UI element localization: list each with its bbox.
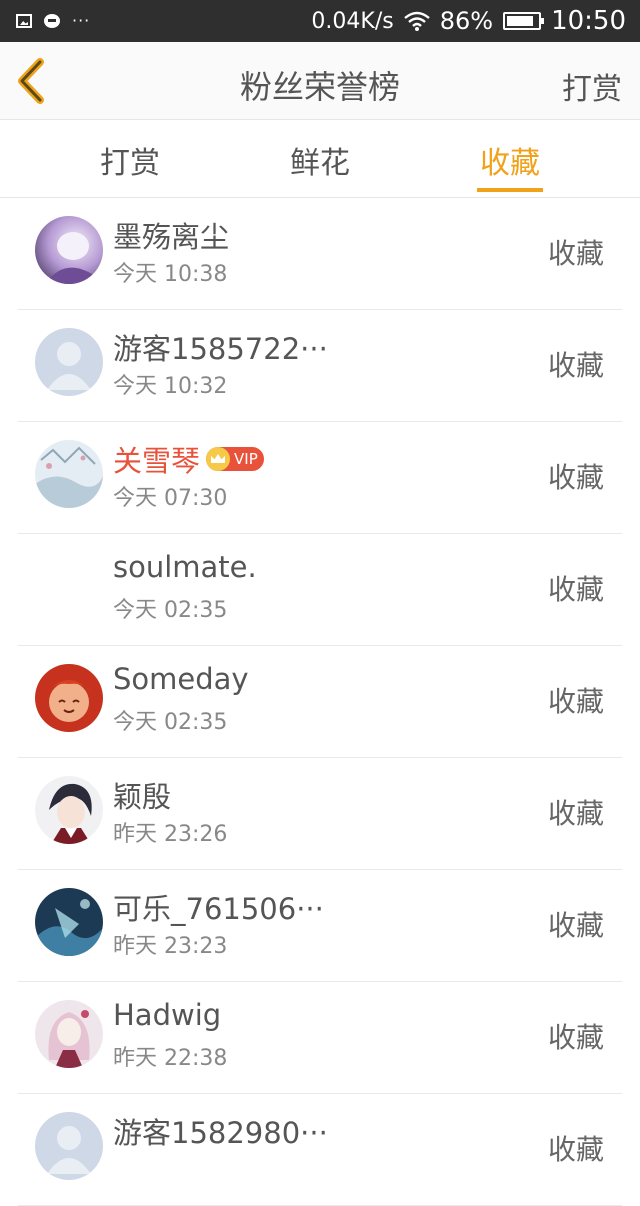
name-line: 墨殇离尘 [113, 214, 229, 256]
avatar[interactable] [35, 1000, 103, 1068]
vip-label: VIP [234, 450, 258, 468]
user-name: 颖殷 [113, 780, 172, 814]
app-header: 粉丝荣誉榜 打赏 [0, 42, 640, 120]
avatar[interactable] [35, 664, 103, 732]
clock: 10:50 [551, 6, 626, 36]
timestamp: 昨天 23:26 [113, 822, 228, 847]
timestamp: 今天 10:32 [113, 374, 228, 399]
page-title: 粉丝荣誉榜 [239, 68, 400, 106]
list-item[interactable]: 关雪琴 VIP 今天 07:30 收藏 [18, 422, 622, 534]
list-item[interactable]: 可乐_761506··· 昨天 23:23 收藏 [18, 870, 622, 982]
chat-notification-icon [44, 14, 60, 28]
tab-favorites[interactable]: 收藏 [440, 138, 580, 182]
name-line: 关雪琴 VIP [113, 438, 264, 480]
tab-bar: 打赏 鲜花 收藏 [0, 120, 640, 198]
favorite-label: 收藏 [547, 1021, 604, 1054]
avatar[interactable] [35, 216, 103, 284]
favorite-label: 收藏 [547, 237, 604, 270]
avatar[interactable] [35, 1112, 103, 1180]
user-name: 墨殇离尘 [113, 220, 230, 254]
user-name: Hadwig [113, 998, 222, 1032]
favorite-label: 收藏 [547, 349, 604, 382]
name-line: 可乐_761506··· [113, 886, 324, 928]
user-name: Someday [113, 662, 249, 696]
wifi-icon [403, 11, 430, 31]
list-item[interactable]: soulmate. 今天 02:35 收藏 [18, 534, 622, 646]
tab-flowers[interactable]: 鲜花 [250, 138, 390, 182]
battery-fill [507, 16, 533, 26]
name-line: 颖殷 [113, 774, 171, 816]
tab-reward[interactable]: 打赏 [60, 138, 200, 182]
list-item[interactable]: 颖殷 昨天 23:26 收藏 [18, 758, 622, 870]
avatar[interactable] [35, 776, 103, 844]
name-line: 游客1585722··· [113, 326, 328, 368]
favorite-label: 收藏 [547, 1133, 604, 1166]
favorite-label: 收藏 [547, 461, 604, 494]
more-notifications-icon: ··· [72, 11, 91, 30]
vip-badge: VIP [206, 447, 264, 471]
timestamp: 昨天 23:23 [113, 934, 228, 959]
fan-list: 墨殇离尘 今天 10:38 收藏 游客1585722··· 今天 10:32 收… [0, 198, 640, 1206]
battery-icon [503, 12, 545, 30]
name-line: soulmate. [113, 550, 257, 584]
favorite-label: 收藏 [547, 685, 604, 718]
gallery-notification-icon [16, 14, 32, 28]
list-item[interactable]: 游客1582980··· 收藏 [18, 1094, 622, 1206]
name-line: Hadwig [113, 998, 221, 1032]
name-line: Someday [113, 662, 249, 696]
active-tab-indicator [477, 188, 543, 192]
favorite-label: 收藏 [547, 797, 604, 830]
reward-button[interactable]: 打赏 [562, 64, 622, 108]
battery-percent: 86% [439, 7, 494, 35]
status-left: ··· [16, 13, 90, 29]
network-speed: 0.04K/s [311, 8, 394, 34]
timestamp: 昨天 22:38 [113, 1046, 228, 1071]
user-name: 可乐_761506··· [113, 892, 324, 926]
user-name: 游客1585722··· [113, 332, 328, 366]
list-item[interactable]: 游客1585722··· 今天 10:32 收藏 [18, 310, 622, 422]
timestamp: 今天 07:30 [113, 486, 228, 511]
status-bar: ··· 0.04K/s 86% 10:50 [0, 0, 640, 42]
avatar[interactable] [35, 552, 103, 620]
timestamp: 今天 02:35 [113, 710, 228, 735]
name-line: 游客1582980··· [113, 1110, 328, 1152]
timestamp: 今天 10:38 [113, 262, 228, 287]
avatar[interactable] [35, 888, 103, 956]
avatar[interactable] [35, 440, 103, 508]
user-name: soulmate. [113, 550, 257, 584]
list-item[interactable]: Hadwig 昨天 22:38 收藏 [18, 982, 622, 1094]
favorite-label: 收藏 [547, 573, 604, 606]
list-item[interactable]: Someday 今天 02:35 收藏 [18, 646, 622, 758]
avatar[interactable] [35, 328, 103, 396]
status-right: 0.04K/s 86% 10:50 [311, 6, 626, 36]
user-name: 关雪琴 [113, 444, 201, 478]
list-item[interactable]: 墨殇离尘 今天 10:38 收藏 [18, 198, 622, 310]
crown-icon [206, 447, 231, 471]
timestamp: 今天 02:35 [113, 598, 228, 623]
user-name: 游客1582980··· [113, 1116, 328, 1150]
favorite-label: 收藏 [547, 909, 604, 942]
